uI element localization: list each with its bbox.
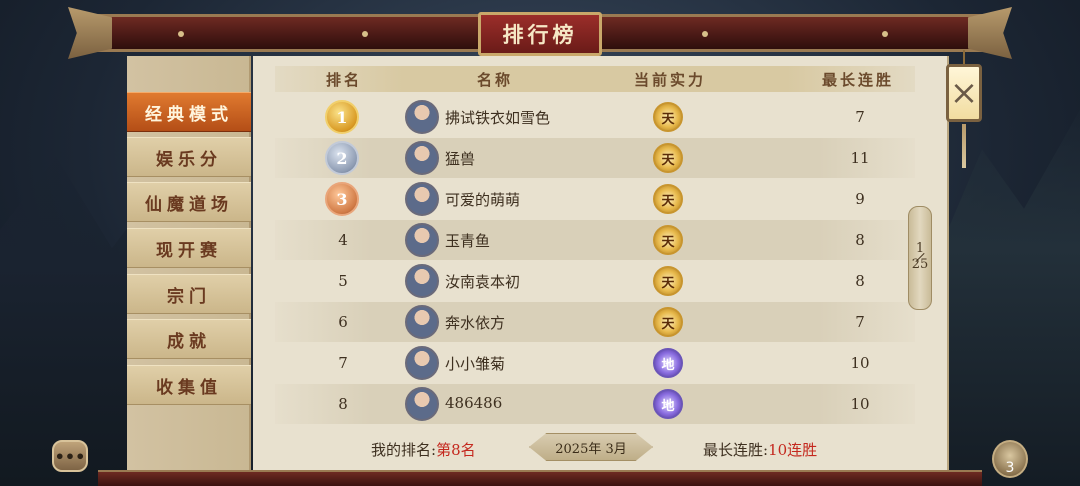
header-power: 当前实力 bbox=[633, 71, 706, 89]
sidebar-item-achievements[interactable]: 成就 bbox=[127, 319, 251, 359]
close-icon: × bbox=[949, 73, 979, 113]
player-name: 玉青鱼 bbox=[445, 232, 491, 250]
table-row[interactable]: 7 小小雏菊 地 10 bbox=[275, 343, 915, 383]
sidebar-item-sect[interactable]: 宗门 bbox=[127, 274, 251, 314]
player-name: 奔水依方 bbox=[445, 314, 506, 332]
beam-stud bbox=[702, 31, 708, 37]
gift-count-badge: 3 bbox=[1005, 460, 1015, 476]
player-avatar[interactable] bbox=[405, 346, 439, 380]
max-streak: 9 bbox=[855, 190, 865, 208]
player-avatar[interactable] bbox=[405, 182, 439, 216]
max-streak: 8 bbox=[855, 272, 865, 290]
table-row[interactable]: 2 猛兽 天 11 bbox=[275, 138, 915, 178]
sidebar-item-open-tournament[interactable]: 现开赛 bbox=[127, 228, 251, 268]
player-name: 拂试铁衣如雪色 bbox=[445, 109, 551, 127]
di-rank-badge-icon: 地 bbox=[653, 389, 683, 419]
page-title: 排行榜 bbox=[478, 12, 602, 56]
scroll-current-page: 1 bbox=[915, 241, 925, 256]
my-max-streak: 最长连胜:10连胜 bbox=[703, 439, 817, 460]
player-avatar[interactable] bbox=[405, 305, 439, 339]
max-streak: 7 bbox=[855, 313, 865, 331]
leaderboard-footer: 我的排名:第8名 2025年 3月 最长连胜:10连胜 bbox=[275, 430, 915, 464]
tian-rank-badge-icon: 天 bbox=[653, 184, 683, 214]
silver-medal-icon: 2 bbox=[325, 141, 359, 175]
player-avatar[interactable] bbox=[405, 100, 439, 134]
rank-number: 7 bbox=[338, 354, 348, 372]
tian-rank-badge-icon: 天 bbox=[653, 225, 683, 255]
sidebar-item-immortal-demon-arena[interactable]: 仙魔道场 bbox=[127, 182, 251, 222]
tian-rank-badge-icon: 天 bbox=[653, 102, 683, 132]
table-row[interactable]: 3 可爱的萌萌 天 9 bbox=[275, 179, 915, 219]
beam-stud bbox=[882, 31, 888, 37]
beam-stud bbox=[178, 31, 184, 37]
sidebar-item-classic-mode[interactable]: 经典模式 bbox=[127, 92, 251, 132]
rank-number: 8 bbox=[338, 395, 348, 413]
beam-stud bbox=[362, 31, 368, 37]
table-header: 排名 名称 当前实力 最长连胜 bbox=[275, 66, 915, 92]
player-avatar[interactable] bbox=[405, 141, 439, 175]
table-row[interactable]: 6 奔水依方 天 7 bbox=[275, 302, 915, 342]
page-scroll-indicator[interactable]: 1 25 bbox=[908, 206, 932, 310]
lantern-tassel bbox=[962, 124, 966, 168]
table-row[interactable]: 5 汝南袁本初 天 8 bbox=[275, 261, 915, 301]
leaderboard-panel: 排名 名称 当前实力 最长连胜 1 拂试铁衣如雪色 天 7 2 猛兽 天 11 … bbox=[253, 56, 949, 470]
player-name: 486486 bbox=[445, 394, 503, 412]
gold-medal-icon: 1 bbox=[325, 100, 359, 134]
tian-rank-badge-icon: 天 bbox=[653, 307, 683, 337]
player-name: 小小雏菊 bbox=[445, 355, 506, 373]
sidebar-item-collection-value[interactable]: 收集值 bbox=[127, 365, 251, 405]
header-streak: 最长连胜 bbox=[821, 71, 894, 89]
season-date-selector[interactable]: 2025年 3月 bbox=[529, 433, 653, 461]
my-streak-label: 最长连胜: bbox=[703, 441, 769, 459]
max-streak: 11 bbox=[850, 149, 870, 167]
my-rank-label: 我的排名: bbox=[371, 441, 437, 459]
player-avatar[interactable] bbox=[405, 387, 439, 421]
tian-rank-badge-icon: 天 bbox=[653, 143, 683, 173]
background-mountain-left bbox=[0, 156, 140, 486]
table-row[interactable]: 4 玉青鱼 天 8 bbox=[275, 220, 915, 260]
player-name: 猛兽 bbox=[445, 150, 476, 168]
header-rank: 排名 bbox=[325, 71, 362, 89]
background-mountain-right bbox=[940, 109, 1080, 486]
sidebar-item-entertainment[interactable]: 娱乐分 bbox=[127, 137, 251, 177]
chat-button[interactable]: ••• bbox=[52, 440, 88, 472]
my-streak-value: 10连胜 bbox=[768, 441, 818, 459]
max-streak: 8 bbox=[855, 231, 865, 249]
rank-number: 4 bbox=[338, 231, 348, 249]
max-streak: 10 bbox=[850, 354, 870, 372]
my-rank: 我的排名:第8名 bbox=[371, 439, 476, 460]
player-avatar[interactable] bbox=[405, 264, 439, 298]
player-avatar[interactable] bbox=[405, 223, 439, 257]
close-button[interactable]: × bbox=[946, 64, 982, 122]
bronze-medal-icon: 3 bbox=[325, 182, 359, 216]
di-rank-badge-icon: 地 bbox=[653, 348, 683, 378]
bottom-frame-beam bbox=[98, 470, 982, 486]
rank-number: 6 bbox=[338, 313, 348, 331]
my-rank-value: 第8名 bbox=[436, 441, 476, 459]
chat-bubble-icon: ••• bbox=[54, 446, 86, 466]
rank-number: 5 bbox=[338, 272, 348, 290]
player-name: 汝南袁本初 bbox=[445, 273, 521, 291]
scroll-total-pages: 25 bbox=[911, 257, 929, 272]
tian-rank-badge-icon: 天 bbox=[653, 266, 683, 296]
max-streak: 7 bbox=[855, 108, 865, 126]
max-streak: 10 bbox=[850, 395, 870, 413]
header-name: 名称 bbox=[476, 71, 513, 89]
mode-sidebar: 经典模式 娱乐分 仙魔道场 现开赛 宗门 成就 收集值 bbox=[127, 56, 251, 470]
table-row[interactable]: 8 486486 地 10 bbox=[275, 384, 915, 424]
table-row[interactable]: 1 拂试铁衣如雪色 天 7 bbox=[275, 97, 915, 137]
player-name: 可爱的萌萌 bbox=[445, 191, 521, 209]
